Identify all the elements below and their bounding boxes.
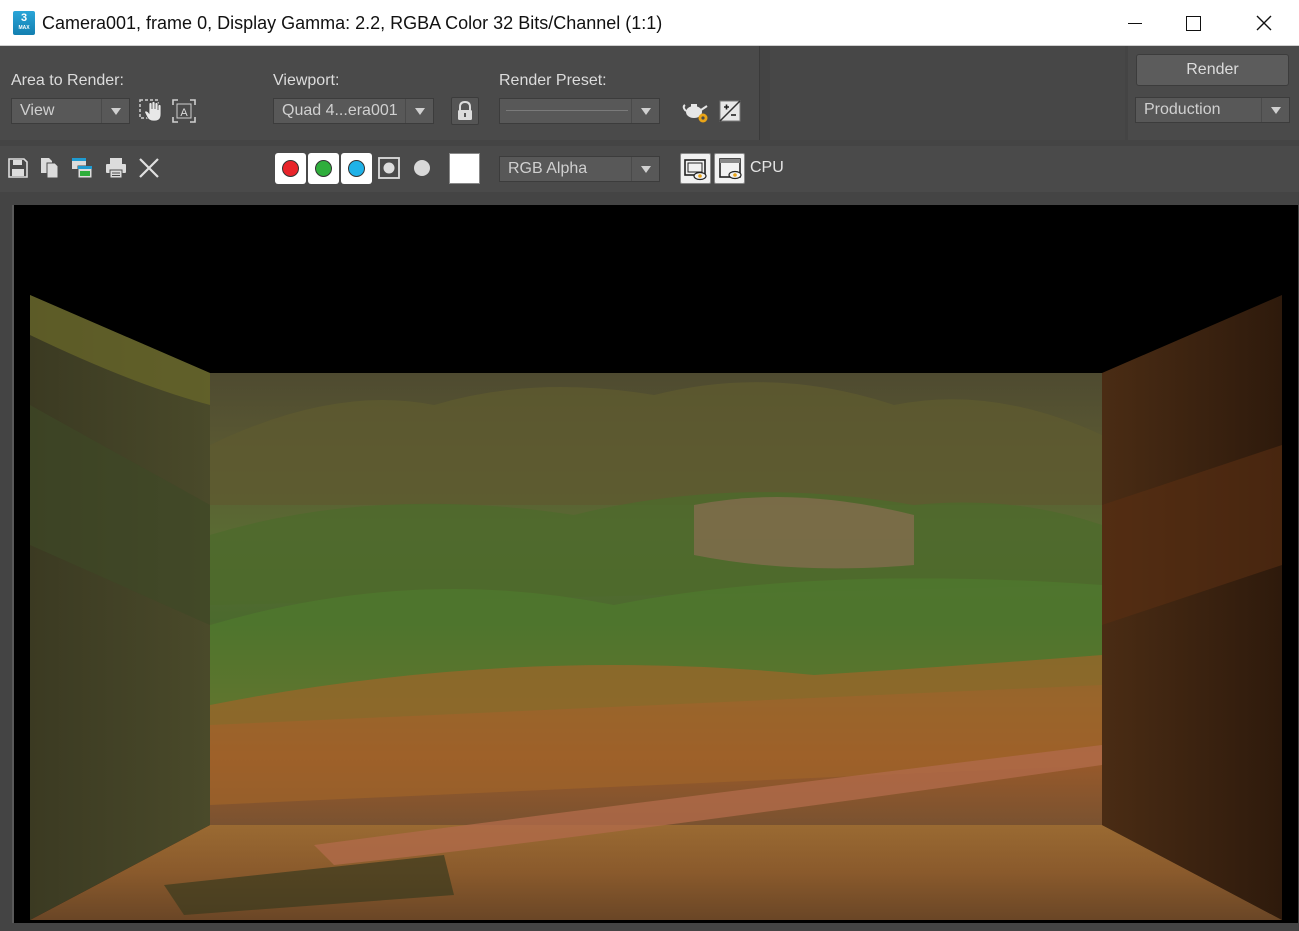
- render-controls-panel: Area to Render: View A Viewport: Quad 4.…: [0, 46, 760, 140]
- print-icon: [106, 158, 126, 179]
- alpha-channel-icon: [378, 157, 400, 179]
- copy-image-button[interactable]: [36, 154, 64, 182]
- close-icon: [1256, 15, 1272, 31]
- color-swatch[interactable]: [449, 153, 480, 184]
- red-channel-icon: [282, 160, 299, 177]
- display-toggle-button[interactable]: [680, 153, 711, 184]
- clone-window-icon: [72, 158, 93, 179]
- production-mode-value: Production: [1144, 101, 1221, 118]
- display-toggle-icon: [683, 158, 707, 180]
- svg-text:A: A: [180, 107, 188, 119]
- edit-region-icon: [139, 99, 162, 122]
- bottom-border: [0, 923, 1299, 931]
- maximize-button[interactable]: [1160, 0, 1226, 46]
- edit-region-button[interactable]: [137, 97, 165, 125]
- clear-image-button[interactable]: [135, 154, 163, 182]
- lock-icon: [458, 100, 472, 120]
- production-mode-dropdown[interactable]: Production: [1135, 97, 1290, 123]
- render-preset-label: Render Preset:: [499, 72, 607, 89]
- 3dsmax-app-icon: 3 MAX: [13, 11, 35, 35]
- monochrome-toggle[interactable]: [408, 154, 436, 182]
- channel-display-value: RGB Alpha: [508, 160, 588, 177]
- area-to-render-value: View: [20, 102, 55, 119]
- chevron-down-icon: [405, 99, 433, 123]
- chevron-down-icon: [1261, 98, 1289, 122]
- alpha-channel-toggle[interactable]: [375, 154, 403, 182]
- window-title: Camera001, frame 0, Display Gamma: 2.2, …: [42, 13, 663, 33]
- save-image-button[interactable]: [4, 154, 32, 182]
- renderer-label: CPU: [750, 159, 784, 176]
- environment-effects-icon: [719, 100, 741, 122]
- auto-region-button[interactable]: A: [170, 97, 198, 125]
- red-channel-toggle[interactable]: [275, 153, 306, 184]
- chevron-down-icon: [101, 99, 129, 123]
- render-setup-button[interactable]: [682, 97, 710, 125]
- print-image-button[interactable]: [102, 154, 130, 182]
- clear-icon: [139, 158, 159, 178]
- monochrome-icon: [414, 160, 430, 176]
- area-to-render-dropdown[interactable]: View: [11, 98, 130, 124]
- chevron-down-icon: [631, 99, 659, 123]
- viewport-value: Quad 4...era001: [282, 102, 398, 119]
- render-preset-dropdown[interactable]: [499, 98, 660, 124]
- blue-channel-icon: [348, 160, 365, 177]
- environment-effects-button[interactable]: [716, 97, 744, 125]
- blue-channel-toggle[interactable]: [341, 153, 372, 184]
- lock-viewport-button[interactable]: [451, 97, 479, 125]
- chevron-down-icon: [631, 157, 659, 181]
- channel-display-dropdown[interactable]: RGB Alpha: [499, 156, 660, 182]
- minimize-button[interactable]: [1102, 0, 1168, 46]
- frame-window-icon: [718, 157, 742, 179]
- render-action-panel: Render Production: [1128, 46, 1299, 140]
- rendered-image-frame[interactable]: [12, 205, 1298, 923]
- auto-region-icon: A: [172, 99, 196, 123]
- title-bar: 3 MAX Camera001, frame 0, Display Gamma:…: [0, 0, 1299, 46]
- maximize-icon: [1185, 15, 1201, 31]
- render-setup-icon: [682, 104, 708, 123]
- copy-icon: [41, 158, 59, 179]
- viewport-dropdown[interactable]: Quad 4...era001: [273, 98, 434, 124]
- green-channel-icon: [315, 160, 332, 177]
- area-to-render-label: Area to Render:: [11, 72, 124, 89]
- frame-window-button[interactable]: [714, 153, 745, 184]
- render-button[interactable]: Render: [1136, 54, 1289, 86]
- close-window-button[interactable]: [1231, 0, 1297, 46]
- rendered-image: [14, 205, 1298, 923]
- minimize-icon: [1128, 22, 1142, 24]
- empty-preset-line: [506, 110, 628, 111]
- empty-panel: [770, 46, 1125, 140]
- green-channel-toggle[interactable]: [308, 153, 339, 184]
- clone-window-button[interactable]: [68, 154, 96, 182]
- viewport-label: Viewport:: [273, 72, 340, 89]
- save-icon: [8, 158, 28, 178]
